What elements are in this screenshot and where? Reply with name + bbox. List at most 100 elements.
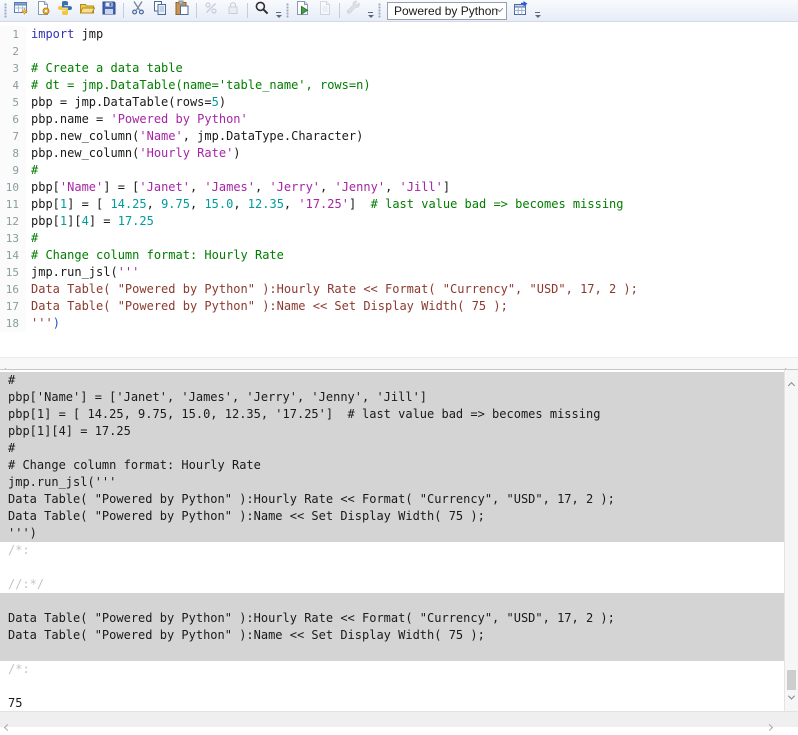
save-button[interactable] bbox=[98, 1, 120, 21]
copy-button[interactable] bbox=[149, 1, 171, 21]
percent-icon bbox=[203, 0, 219, 21]
cut-button[interactable] bbox=[127, 1, 149, 21]
log-line[interactable]: 75 bbox=[0, 695, 784, 711]
line-number: 6 bbox=[0, 111, 26, 128]
log-line[interactable]: //:*/ bbox=[0, 576, 784, 593]
log-line[interactable] bbox=[0, 559, 784, 576]
paste-icon bbox=[174, 0, 190, 21]
line-number: 15 bbox=[0, 264, 26, 281]
code-line[interactable]: 1import jmp bbox=[0, 26, 798, 43]
save-icon bbox=[101, 0, 117, 21]
log-line[interactable]: Data Table( "Powered by Python" ):Hourly… bbox=[0, 610, 784, 627]
python-environment-button[interactable] bbox=[54, 1, 76, 21]
log-line[interactable]: pbp[1][4] = 17.25 bbox=[0, 423, 784, 440]
log-line[interactable]: # bbox=[0, 372, 784, 389]
code-line[interactable]: 15jmp.run_jsl(''' bbox=[0, 264, 798, 281]
toolbar-group-environment: Powered by Python bbox=[376, 0, 543, 22]
log-line[interactable]: pbp['Name'] = ['Janet', 'James', 'Jerry'… bbox=[0, 389, 784, 406]
overflow-bar bbox=[535, 12, 540, 13]
code-line[interactable]: 17Data Table( "Powered by Python" ):Name… bbox=[0, 298, 798, 315]
code-line[interactable]: 3# Create a data table bbox=[0, 60, 798, 77]
goto-data-table-button[interactable] bbox=[510, 1, 532, 21]
tools-button[interactable] bbox=[343, 1, 365, 21]
code-text: # Create a data table bbox=[26, 60, 183, 77]
code-line[interactable]: 12pbp[1][4] = 17.25 bbox=[0, 213, 798, 230]
log-vertical-scrollbar[interactable] bbox=[784, 370, 798, 711]
code-line[interactable]: 8pbp.new_column('Hourly Rate') bbox=[0, 145, 798, 162]
code-line[interactable]: 11pbp[1] = [ 14.25, 9.75, 15.0, 12.35, '… bbox=[0, 196, 798, 213]
new-data-table-button[interactable] bbox=[10, 1, 32, 21]
new-script-icon bbox=[35, 0, 51, 21]
percent-format-button[interactable] bbox=[200, 1, 222, 21]
log-line[interactable] bbox=[0, 593, 784, 610]
line-number: 4 bbox=[0, 77, 26, 94]
search-button[interactable] bbox=[251, 1, 273, 21]
lock-button[interactable] bbox=[222, 1, 244, 21]
toolbar-group-file bbox=[2, 0, 284, 22]
code-line[interactable]: 10pbp['Name'] = ['Janet', 'James', 'Jerr… bbox=[0, 179, 798, 196]
log-line[interactable]: ''') bbox=[0, 525, 784, 542]
script-editor-pane[interactable]: 1import jmp2 3# Create a data table4# dt… bbox=[0, 22, 798, 357]
code-line[interactable]: 16Data Table( "Powered by Python" ):Hour… bbox=[0, 281, 798, 298]
code-line[interactable]: 9# bbox=[0, 162, 798, 179]
log-line[interactable]: Data Table( "Powered by Python" ):Name <… bbox=[0, 508, 784, 525]
log-line[interactable]: # Change column format: Hourly Rate bbox=[0, 457, 784, 474]
line-number: 14 bbox=[0, 247, 26, 264]
code-text: ''') bbox=[26, 315, 60, 332]
code-line[interactable]: 7pbp.new_column('Name', jmp.DataType.Cha… bbox=[0, 128, 798, 145]
toolbar-grip[interactable] bbox=[286, 3, 289, 18]
log-pane[interactable]: #pbp['Name'] = ['Janet', 'James', 'Jerry… bbox=[0, 369, 798, 711]
run-script-icon bbox=[295, 0, 311, 21]
code-text: pbp[1] = [ 14.25, 9.75, 15.0, 12.35, '17… bbox=[26, 196, 624, 213]
log-line[interactable]: jmp.run_jsl(''' bbox=[0, 474, 784, 491]
toolbar-overflow-button[interactable] bbox=[366, 1, 375, 21]
code-text: Data Table( "Powered by Python" ):Hourly… bbox=[26, 281, 638, 298]
code-text: pbp['Name'] = ['Janet', 'James', 'Jerry'… bbox=[26, 179, 450, 196]
code-line[interactable]: 6pbp.name = 'Powered by Python' bbox=[0, 111, 798, 128]
log-line[interactable]: /*: bbox=[0, 542, 784, 559]
toolbar-separator bbox=[247, 3, 248, 18]
code-text: pbp.name = 'Powered by Python' bbox=[26, 111, 248, 128]
toolbar-grip[interactable] bbox=[4, 3, 7, 18]
line-number: 1 bbox=[0, 26, 26, 43]
log-line[interactable] bbox=[0, 644, 784, 661]
chevron-down-icon bbox=[535, 15, 541, 18]
log-line[interactable]: Data Table( "Powered by Python" ):Name <… bbox=[0, 627, 784, 644]
toolbar-overflow-button[interactable] bbox=[533, 1, 542, 21]
code-line[interactable]: 5pbp = jmp.DataTable(rows=5) bbox=[0, 94, 798, 111]
log-line[interactable]: Data Table( "Powered by Python" ):Hourly… bbox=[0, 491, 784, 508]
toolbar-overflow-button[interactable] bbox=[274, 1, 283, 21]
code-text: pbp.new_column('Name', jmp.DataType.Char… bbox=[26, 128, 363, 145]
editor-horizontal-scrollbar[interactable] bbox=[0, 357, 798, 369]
scroll-down-icon[interactable] bbox=[789, 687, 794, 705]
code-line[interactable]: 4# dt = jmp.DataTable(name='table_name',… bbox=[0, 77, 798, 94]
scroll-right-icon[interactable] bbox=[767, 717, 772, 735]
code-text: pbp[1][4] = 17.25 bbox=[26, 213, 154, 230]
line-number: 8 bbox=[0, 145, 26, 162]
code-line[interactable]: 2 bbox=[0, 43, 798, 60]
line-number: 7 bbox=[0, 128, 26, 145]
code-text: pbp.new_column('Hourly Rate') bbox=[26, 145, 241, 162]
code-line[interactable]: 13# bbox=[0, 230, 798, 247]
scroll-up-icon[interactable] bbox=[789, 375, 794, 393]
code-line[interactable]: 18''') bbox=[0, 315, 798, 332]
scroll-left-icon[interactable] bbox=[5, 717, 10, 735]
main-toolbar: Powered by Python bbox=[0, 0, 798, 22]
run-script-button[interactable] bbox=[292, 1, 314, 21]
open-button[interactable] bbox=[76, 1, 98, 21]
log-line[interactable]: pbp[1] = [ 14.25, 9.75, 15.0, 12.35, '17… bbox=[0, 406, 784, 423]
line-number: 10 bbox=[0, 179, 26, 196]
log-line[interactable]: # bbox=[0, 440, 784, 457]
script-button[interactable] bbox=[314, 1, 336, 21]
log-line[interactable] bbox=[0, 678, 784, 695]
code-text: jmp.run_jsl(''' bbox=[26, 264, 139, 281]
line-number: 18 bbox=[0, 315, 26, 332]
toolbar-grip[interactable] bbox=[378, 3, 381, 18]
log-line[interactable]: /*: bbox=[0, 661, 784, 678]
environment-combobox[interactable]: Powered by Python bbox=[387, 2, 507, 20]
log-horizontal-scrollbar[interactable] bbox=[0, 711, 798, 727]
new-script-button[interactable] bbox=[32, 1, 54, 21]
paste-button[interactable] bbox=[171, 1, 193, 21]
search-icon bbox=[254, 0, 270, 21]
code-line[interactable]: 14# Change column format: Hourly Rate bbox=[0, 247, 798, 264]
